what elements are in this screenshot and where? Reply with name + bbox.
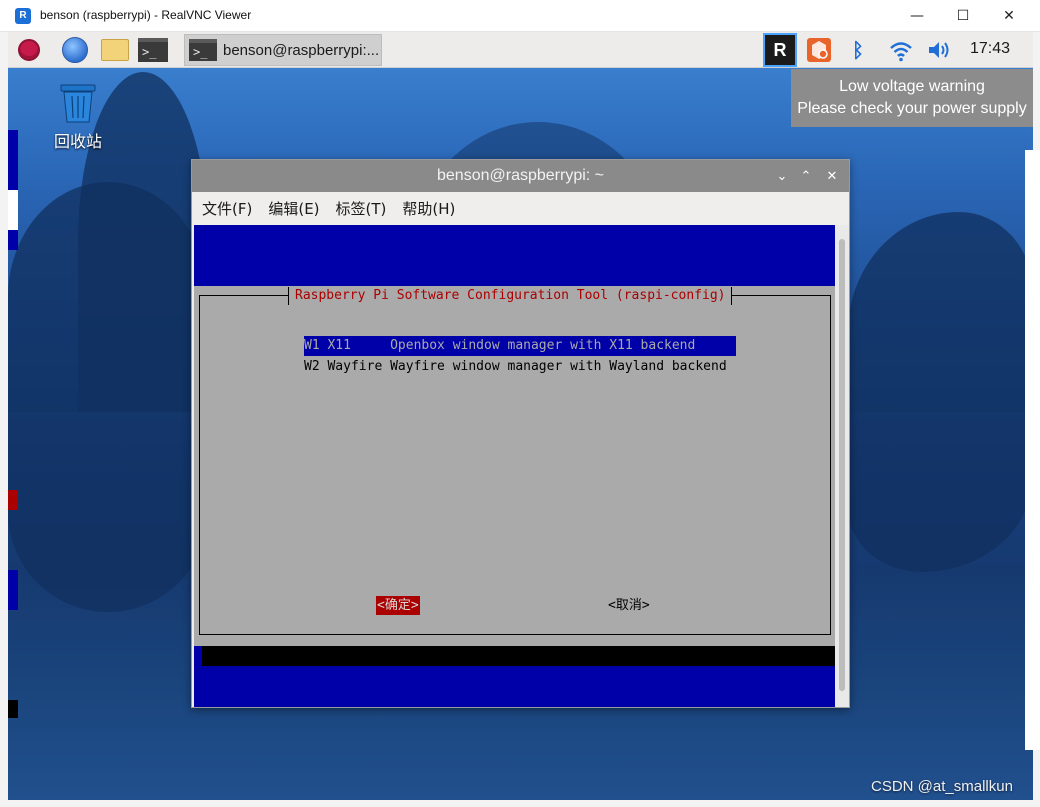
realvnc-logo-icon: R [15, 8, 31, 24]
trash-label: 回收站 [53, 132, 102, 151]
trash-icon [57, 82, 99, 124]
terminal-scrollbar[interactable] [835, 225, 849, 707]
clock[interactable]: 17:43 [970, 40, 1010, 58]
option-w1-x11[interactable]: W1 X11 Openbox window manager with X11 b… [304, 336, 736, 356]
menu-help[interactable]: 帮助(H) [402, 198, 455, 219]
wifi-icon[interactable] [888, 36, 914, 64]
terminal-minimize-button[interactable]: ⌄ [772, 166, 792, 186]
watermark: CSDN @at_smallkun [871, 778, 1013, 795]
terminal-content[interactable]: Raspberry Pi Software Configuration Tool… [194, 225, 835, 707]
background-window-fragment [1025, 150, 1040, 750]
taskbar-task-label: benson@raspberrypi:... [223, 41, 380, 59]
chevron-up-icon: ⌃ [800, 168, 812, 184]
raspberry-pi-menu-icon[interactable] [14, 36, 44, 64]
wallpaper-mountain [848, 212, 1033, 412]
notification-title: Low voltage warning [839, 78, 985, 95]
maximize-button[interactable]: ☐ [940, 0, 986, 32]
volume-icon[interactable] [926, 36, 952, 64]
terminal-menubar: 文件(F) 编辑(E) 标签(T) 帮助(H) [192, 192, 849, 224]
terminal-titlebar[interactable]: benson@raspberrypi: ~ ⌄ ⌃ ✕ [192, 160, 849, 192]
cancel-button[interactable]: <取消> [608, 596, 650, 615]
web-browser-icon[interactable] [60, 36, 90, 64]
bluetooth-icon[interactable]: ᛒ [846, 36, 870, 64]
menu-edit[interactable]: 编辑(E) [268, 198, 319, 219]
low-voltage-notification[interactable]: Low voltage warning Please check your po… [791, 69, 1033, 127]
vnc-viewer-titlebar[interactable]: R benson (raspberrypi) - RealVNC Viewer … [0, 0, 1040, 32]
menu-tabs[interactable]: 标签(T) [336, 198, 387, 219]
terminal-maximize-button[interactable]: ⌃ [796, 166, 816, 186]
file-manager-icon[interactable] [100, 36, 130, 64]
dialog-title: Raspberry Pi Software Configuration Tool… [288, 287, 733, 305]
menu-file[interactable]: 文件(F) [202, 198, 252, 219]
trash-desktop-item[interactable]: 回收站 [48, 82, 108, 152]
terminal-window-title: benson@raspberrypi: ~ [437, 167, 604, 184]
raspi-config-dialog: Raspberry Pi Software Configuration Tool… [194, 286, 835, 646]
minimize-icon: — [910, 8, 924, 24]
scrollbar-thumb[interactable] [839, 239, 845, 691]
maximize-icon: ☐ [956, 8, 970, 24]
option-w2-wayfire[interactable]: W2 Wayfire Wayfire window manager with W… [304, 357, 736, 377]
notification-message: Please check your power supply [797, 100, 1027, 117]
ok-button[interactable]: <确定> [376, 596, 420, 615]
close-button[interactable]: ✕ [986, 0, 1032, 32]
taskbar-terminal-task[interactable]: >_ benson@raspberrypi:... [184, 34, 382, 66]
vnc-window-title: benson (raspberrypi) - RealVNC Viewer [40, 8, 252, 22]
close-icon: ✕ [1003, 8, 1015, 24]
terminal-window[interactable]: benson@raspberrypi: ~ ⌄ ⌃ ✕ 文件(F) 编辑(E) … [191, 159, 850, 708]
wallpaper-reflection [8, 412, 208, 612]
taskbar: >_ >_ benson@raspberrypi:... R ᛒ 17:43 [8, 32, 1033, 68]
close-icon: ✕ [826, 168, 838, 184]
dialog-shadow [202, 646, 835, 666]
dialog-frame: Raspberry Pi Software Configuration Tool… [199, 287, 831, 635]
terminal-icon[interactable]: >_ [138, 36, 168, 64]
chevron-down-icon: ⌄ [776, 168, 788, 184]
terminal-close-button[interactable]: ✕ [822, 166, 842, 186]
updater-icon[interactable] [807, 38, 831, 62]
realvnc-server-icon[interactable]: R [763, 33, 797, 67]
background-window-fragment [8, 100, 18, 750]
terminal-task-icon: >_ [189, 39, 217, 61]
minimize-button[interactable]: — [894, 0, 940, 32]
wallpaper-reflection [848, 412, 1033, 572]
